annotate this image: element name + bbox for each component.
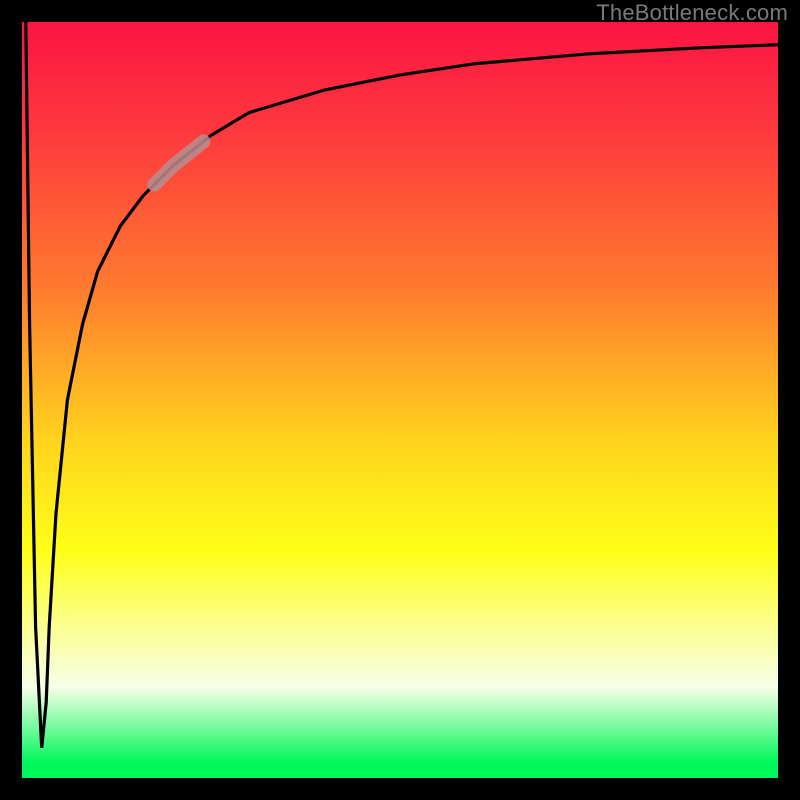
chart-frame: TheBottleneck.com bbox=[0, 0, 800, 800]
curve-highlight-segment bbox=[154, 141, 203, 184]
bottleneck-curve bbox=[26, 22, 778, 748]
curve-layer bbox=[22, 22, 778, 778]
attribution-text: TheBottleneck.com bbox=[596, 0, 788, 26]
